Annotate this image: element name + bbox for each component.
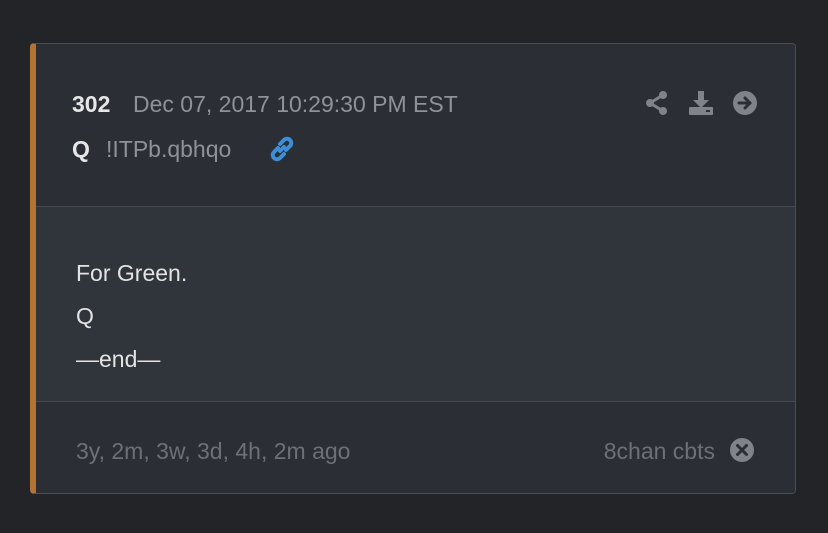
post-date: Dec 07, 2017 10:29:30 PM EST — [133, 91, 458, 117]
time-ago: 3y, 2m, 3w, 3d, 4h, 2m ago — [76, 438, 351, 464]
post-number: 302 — [72, 91, 111, 117]
post-body-line: Q — [76, 303, 94, 329]
post-tripcode: !ITPb.qbhqo — [106, 136, 232, 162]
post-header: 302 Dec 07, 2017 10:29:30 PM EST Q !ITPb… — [36, 44, 795, 207]
post-source: 8chan cbts — [603, 438, 715, 464]
close-circle-icon[interactable] — [729, 437, 755, 463]
post-card: 302 Dec 07, 2017 10:29:30 PM EST Q !ITPb… — [30, 43, 796, 494]
download-icon[interactable] — [688, 90, 714, 116]
post-author: Q — [72, 136, 90, 162]
arrow-right-circle-icon[interactable] — [732, 90, 758, 116]
post-body: For Green. Q —end— — [36, 207, 795, 402]
link-icon[interactable] — [268, 136, 296, 162]
post-body-line: For Green. — [76, 260, 188, 286]
post-body-line: —end— — [76, 346, 161, 372]
post-footer: 3y, 2m, 3w, 3d, 4h, 2m ago 8chan cbts — [36, 402, 795, 493]
share-icon[interactable] — [644, 90, 670, 116]
post-actions — [642, 90, 758, 118]
